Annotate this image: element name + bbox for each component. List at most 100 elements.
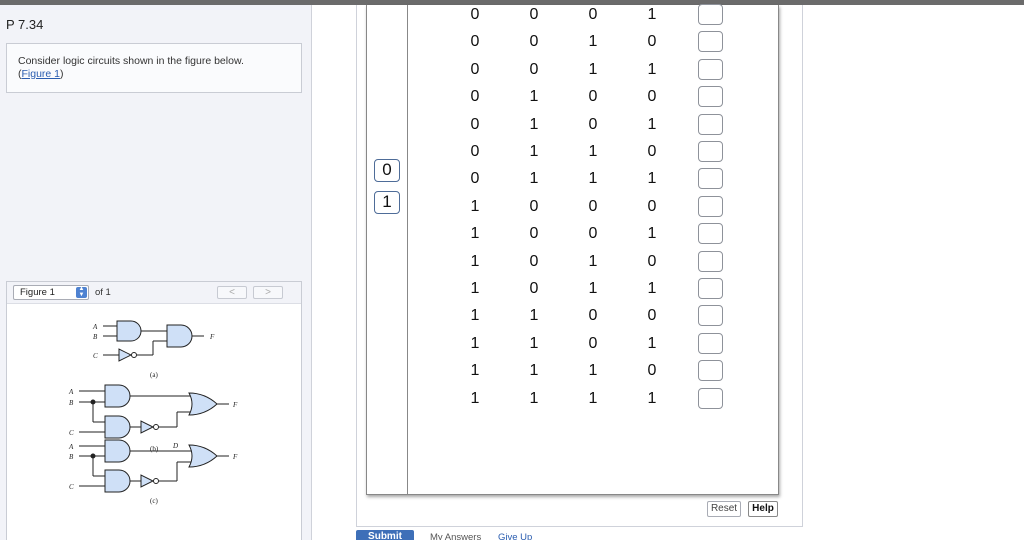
truth-table-cell: 0: [588, 197, 598, 215]
output-drop-target[interactable]: [698, 86, 723, 108]
truth-table-cell: 1: [588, 389, 598, 407]
truth-table-cell: 1: [588, 170, 598, 188]
truth-table-cell: 1: [647, 389, 657, 407]
truth-table-cell: 1: [529, 170, 539, 188]
truth-table-cell: 1: [647, 280, 657, 297]
not-gate-icon: [140, 420, 155, 434]
or-gate-icon: [188, 444, 218, 468]
output-drop-target[interactable]: [698, 332, 723, 354]
truth-table-cell: 1: [470, 389, 480, 407]
truth-table-cell: 0: [588, 6, 598, 23]
and-gate-icon: [104, 439, 131, 463]
output-drop-target[interactable]: [698, 31, 723, 53]
not-gate-icon: [140, 474, 155, 488]
truth-table-row: 0 0 0 1: [0, 1, 1024, 28]
truth-table-cell: 1: [588, 252, 598, 270]
and-gate-icon: [104, 415, 131, 439]
output-drop-target[interactable]: [698, 168, 723, 190]
output-drop-target[interactable]: [698, 305, 723, 327]
truth-table-cell: 0: [647, 307, 657, 325]
truth-table-cell: 1: [588, 362, 598, 380]
truth-table-cell: 1: [647, 170, 657, 188]
output-drop-target[interactable]: [698, 278, 723, 299]
truth-table-cell: 1: [647, 60, 657, 78]
truth-table-cell: 1: [470, 280, 480, 297]
truth-table-cell: 1: [470, 252, 480, 270]
truth-table-row: 1 1 0 0: [0, 302, 1024, 329]
truth-table-row: 0 1 1 0: [0, 138, 1024, 165]
truth-table-cell: 0: [529, 60, 539, 78]
label-c-wire-d: D: [172, 442, 178, 450]
truth-table-cell: 0: [647, 88, 657, 106]
truth-table-cell: 0: [647, 252, 657, 270]
output-drop-target[interactable]: [698, 360, 723, 382]
truth-table-cell: 1: [647, 6, 657, 23]
truth-table-cell: 1: [470, 334, 480, 352]
truth-table-row: 0 1 1 1: [0, 165, 1024, 192]
truth-table-cell: 0: [588, 334, 598, 352]
output-drop-target[interactable]: [698, 223, 723, 245]
truth-table-cell: 0: [647, 362, 657, 380]
label-c-output-f: F: [232, 453, 238, 461]
truth-table-cell: 1: [647, 225, 657, 243]
truth-table-row: 0 0 1 0: [0, 28, 1024, 55]
truth-table-cell: 0: [647, 197, 657, 215]
output-drop-target[interactable]: [698, 250, 723, 272]
truth-table-row: 1 1 0 1: [0, 330, 1024, 357]
truth-table-cell: 0: [588, 307, 598, 325]
truth-table-cell: 1: [588, 143, 598, 160]
truth-table-cell: 1: [529, 115, 539, 133]
truth-table-cell: 0: [529, 252, 539, 270]
truth-table-cell: 0: [529, 33, 539, 51]
truth-table-cell: 1: [470, 307, 480, 325]
output-drop-target[interactable]: [698, 113, 723, 135]
output-drop-target[interactable]: [698, 4, 723, 25]
truth-table-cell: 0: [529, 6, 539, 23]
truth-table-cell: 0: [647, 33, 657, 51]
truth-table-cell: 0: [529, 225, 539, 243]
truth-table-row: 0 0 1 1: [0, 56, 1024, 83]
and-gate-icon: [104, 469, 131, 493]
truth-table-cell: 1: [529, 334, 539, 352]
truth-table-cell: 0: [470, 6, 480, 23]
truth-table-row: 1 1 1 0: [0, 357, 1024, 384]
truth-table-cell: 1: [529, 88, 539, 106]
truth-table-cell: 1: [588, 33, 598, 51]
truth-table-cell: 1: [529, 362, 539, 380]
truth-table-cell: 1: [588, 280, 598, 297]
give-up-link[interactable]: Give Up: [498, 532, 532, 540]
truth-table-cell: 1: [470, 197, 480, 215]
truth-table-row: 1 0 1 0: [0, 248, 1024, 275]
truth-table-cell: 1: [647, 115, 657, 133]
truth-table-cell: 0: [470, 33, 480, 51]
truth-table-cell: 1: [647, 334, 657, 352]
output-drop-target[interactable]: [698, 195, 723, 217]
label-c-input-b: B: [69, 453, 74, 461]
truth-table-row: 1 1 1 1: [0, 385, 1024, 412]
truth-table-cell: 0: [470, 143, 480, 160]
help-button[interactable]: Help: [748, 501, 778, 517]
truth-table-cell: 1: [529, 389, 539, 407]
output-drop-target[interactable]: [698, 141, 723, 162]
my-answers-link[interactable]: My Answers: [430, 532, 481, 540]
caption-b: (b): [150, 445, 159, 453]
truth-table-cell: 1: [470, 225, 480, 243]
reset-button[interactable]: Reset: [707, 501, 741, 517]
truth-table-cell: 0: [470, 88, 480, 106]
truth-table-row: 0 1 0 0: [0, 83, 1024, 110]
submit-button[interactable]: Submit: [356, 530, 414, 540]
truth-table-cell: 0: [470, 170, 480, 188]
truth-table-cell: 1: [588, 60, 598, 78]
truth-table-cell: 0: [588, 88, 598, 106]
truth-table-row: 1 0 0 0: [0, 193, 1024, 220]
truth-table-cell: 0: [529, 197, 539, 215]
label-c-input-c: C: [69, 483, 74, 491]
caption-c: (c): [150, 497, 158, 505]
output-drop-target[interactable]: [698, 58, 723, 80]
truth-table-row: 1 0 0 1: [0, 220, 1024, 247]
truth-table-cell: 0: [470, 60, 480, 78]
truth-table-cell: 0: [647, 143, 657, 160]
output-drop-target[interactable]: [698, 387, 723, 409]
truth-table-cell: 1: [470, 362, 480, 380]
label-b-input-c: C: [69, 429, 74, 437]
